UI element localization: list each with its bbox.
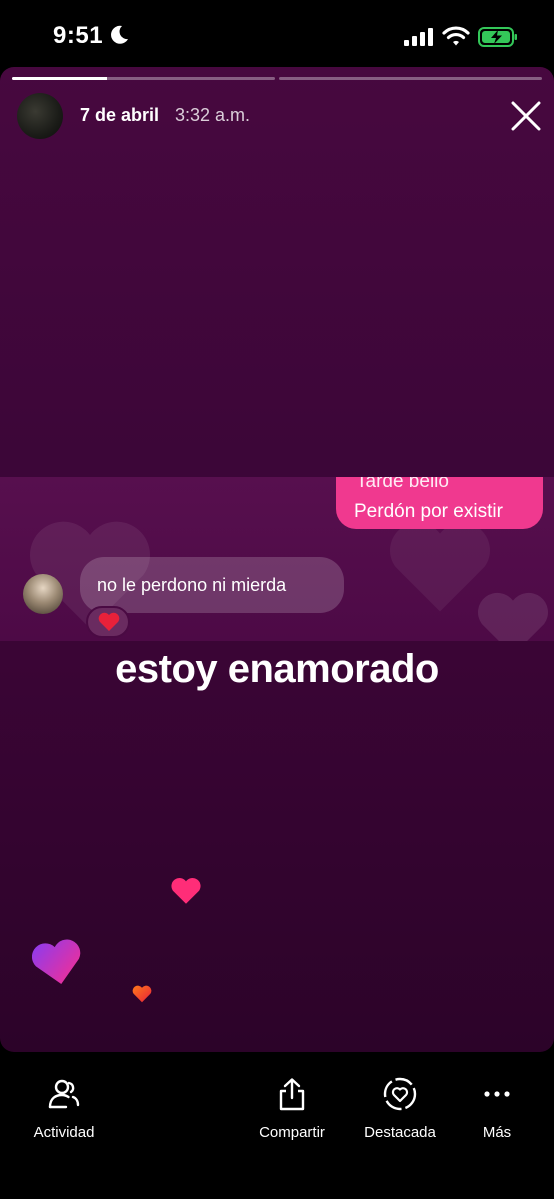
wifi-icon: [442, 26, 470, 46]
story-caption: estoy enamorado: [115, 647, 439, 691]
share-icon: [279, 1078, 305, 1111]
more-button[interactable]: Más: [472, 1076, 522, 1141]
floating-heart-icon: [32, 939, 81, 985]
background-heart-icon: [478, 592, 548, 641]
floating-heart-icon: [171, 877, 201, 904]
reaction-badge: [86, 606, 130, 638]
chat-screenshot: Tarde bello Perdón por existir no le per…: [0, 477, 554, 641]
activity-button[interactable]: Actividad: [24, 1076, 104, 1141]
activity-label: Actividad: [33, 1124, 95, 1141]
sent-message-text: Perdón por existir: [354, 501, 503, 522]
sent-message-partial: Tarde bello: [356, 477, 449, 492]
story-viewer[interactable]: 7 de abril 3:32 a.m. Tarde bello Perdón …: [0, 67, 554, 1052]
floating-heart-icon: [132, 985, 152, 1003]
story-time: 3:32 a.m.: [175, 105, 251, 125]
story-progress-segment-2: [279, 77, 542, 80]
heart-reaction-icon: [98, 612, 120, 632]
status-time: 9:51: [53, 22, 104, 49]
received-message-text: no le perdono ni mierda: [97, 575, 287, 595]
cellular-signal-icon: [404, 28, 433, 46]
share-label: Compartir: [259, 1124, 325, 1141]
highlight-label: Destacada: [364, 1124, 436, 1141]
status-bar: 9:51: [0, 0, 554, 70]
moon-icon: [111, 25, 128, 44]
more-label: Más: [482, 1124, 512, 1141]
close-icon[interactable]: [509, 99, 543, 133]
more-dots-icon: [484, 1091, 510, 1097]
story-progress-segment-1: [12, 77, 275, 80]
people-icon: [48, 1079, 80, 1109]
story-avatar[interactable]: [17, 93, 63, 139]
share-button[interactable]: Compartir: [250, 1076, 334, 1141]
highlight-button[interactable]: Destacada: [356, 1076, 444, 1141]
chat-avatar: [23, 574, 63, 614]
story-action-bar: Actividad Compartir Destacada Más: [0, 1052, 554, 1199]
battery-charging-icon: [478, 27, 517, 47]
story-date: 7 de abril: [80, 105, 160, 125]
highlight-heart-icon: [383, 1077, 417, 1111]
